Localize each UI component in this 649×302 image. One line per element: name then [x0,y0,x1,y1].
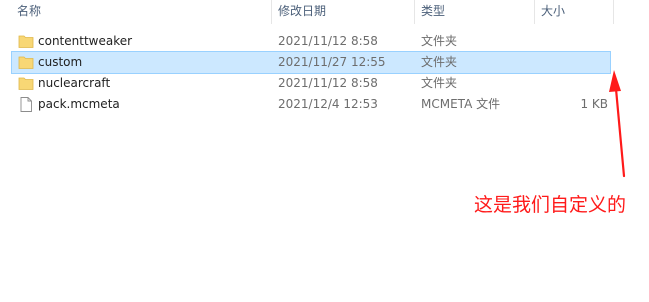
file-name: custom [38,55,83,69]
file-row-contenttweaker[interactable]: contenttweaker 2021/11/12 8:58 文件夹 [12,31,610,52]
file-date: 2021/11/27 12:55 [278,55,386,69]
file-row-custom[interactable]: custom 2021/11/27 12:55 文件夹 [11,51,611,74]
column-divider[interactable] [613,0,614,24]
sort-ascending-icon: ^ [148,0,157,6]
column-header-name[interactable]: 名称 [17,3,41,19]
file-type: 文件夹 [421,34,458,48]
annotation-text: 这是我们自定义的 [474,194,627,216]
column-divider[interactable] [534,0,535,24]
file-type: MCMETA 文件 [421,97,501,111]
file-date: 2021/11/12 8:58 [278,34,378,48]
file-date: 2021/12/4 12:53 [278,97,378,111]
file-name: contenttweaker [38,34,133,48]
file-name: nuclearcraft [38,76,111,90]
file-icon [20,97,32,112]
folder-icon [18,56,34,69]
file-date: 2021/11/12 8:58 [278,76,378,90]
file-type: 文件夹 [421,55,458,69]
column-header-size[interactable]: 大小 [541,3,565,19]
folder-icon [18,77,34,90]
column-divider[interactable] [271,0,272,24]
column-header-date[interactable]: 修改日期 [278,3,326,19]
file-size: 1 KB [580,97,608,111]
column-header-type[interactable]: 类型 [421,3,445,19]
column-divider[interactable] [414,0,415,24]
file-row-nuclearcraft[interactable]: nuclearcraft 2021/11/12 8:58 文件夹 [12,73,610,94]
file-type: 文件夹 [421,76,458,90]
file-row-pack-mcmeta[interactable]: pack.mcmeta 2021/12/4 12:53 MCMETA 文件 1 … [12,94,610,115]
column-header-bar: ^ 名称 修改日期 类型 大小 [0,0,649,26]
file-name: pack.mcmeta [38,97,120,111]
folder-icon [18,35,34,48]
